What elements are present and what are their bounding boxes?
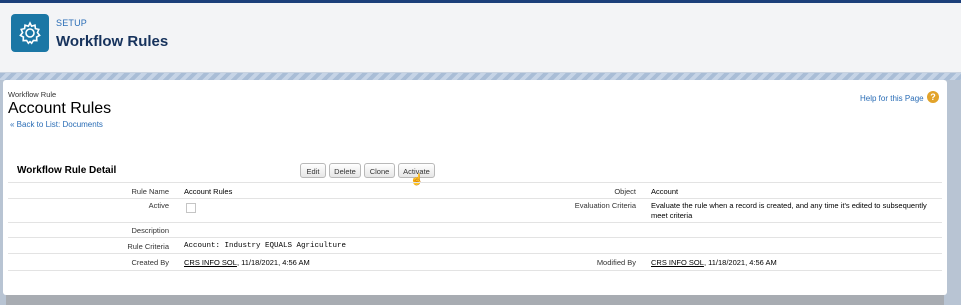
page-type: Workflow Rule [8,90,57,99]
created-by-date: , 11/18/2021, 4:56 AM [236,258,310,267]
divider [8,198,942,199]
rule-name-label: Rule Name [131,187,169,196]
modified-by-label: Modified By [596,258,636,267]
setup-header: SETUP Workflow Rules [0,3,961,73]
active-checkbox [186,203,196,213]
decorative-band [0,73,961,80]
edit-button[interactable]: Edit [300,163,326,178]
divider [8,237,942,238]
created-by-user-link[interactable]: CRS INFO SOL [184,258,237,267]
setup-eyebrow: SETUP [56,18,88,28]
modified-by-date: , 11/18/2021, 4:56 AM [703,258,777,267]
detail-section-title: Workflow Rule Detail [17,165,117,176]
page-title: Account Rules [8,100,112,117]
created-by-label: Created By [131,258,169,267]
modified-by-value: CRS INFO SOL, 11/18/2021, 4:56 AM [651,258,777,267]
delete-button[interactable]: Delete [329,163,361,178]
rule-criteria-label: Rule Criteria [127,242,169,251]
setup-title: Workflow Rules [56,33,169,50]
description-label: Description [131,226,169,235]
created-by-value: CRS INFO SOL, 11/18/2021, 4:56 AM [184,258,310,267]
main-panel: Workflow Rule Account Rules « Back to Li… [3,80,947,295]
back-to-list-link[interactable]: « Back to List: Documents [10,120,103,129]
evaluation-criteria-label: Evaluation Criteria [574,201,636,210]
rule-name-value: Account Rules [184,187,233,196]
divider [8,182,942,183]
object-label: Object [614,187,636,196]
active-label: Active [148,201,169,210]
hand-cursor-icon: ☝ [410,174,424,186]
evaluation-criteria-value: Evaluate the rule when a record is creat… [651,201,927,220]
help-icon[interactable]: ? [927,91,939,103]
divider [8,222,942,223]
divider [8,270,942,271]
help-link[interactable]: Help for this Page [860,94,924,103]
clone-button[interactable]: Clone [364,163,395,178]
rule-criteria-value: Account: Industry EQUALS Agriculture [184,242,347,250]
divider [8,253,942,254]
modified-by-user-link[interactable]: CRS INFO SOL [651,258,704,267]
bottom-bar [6,295,944,305]
object-value: Account [651,187,679,196]
gear-icon [11,14,49,52]
